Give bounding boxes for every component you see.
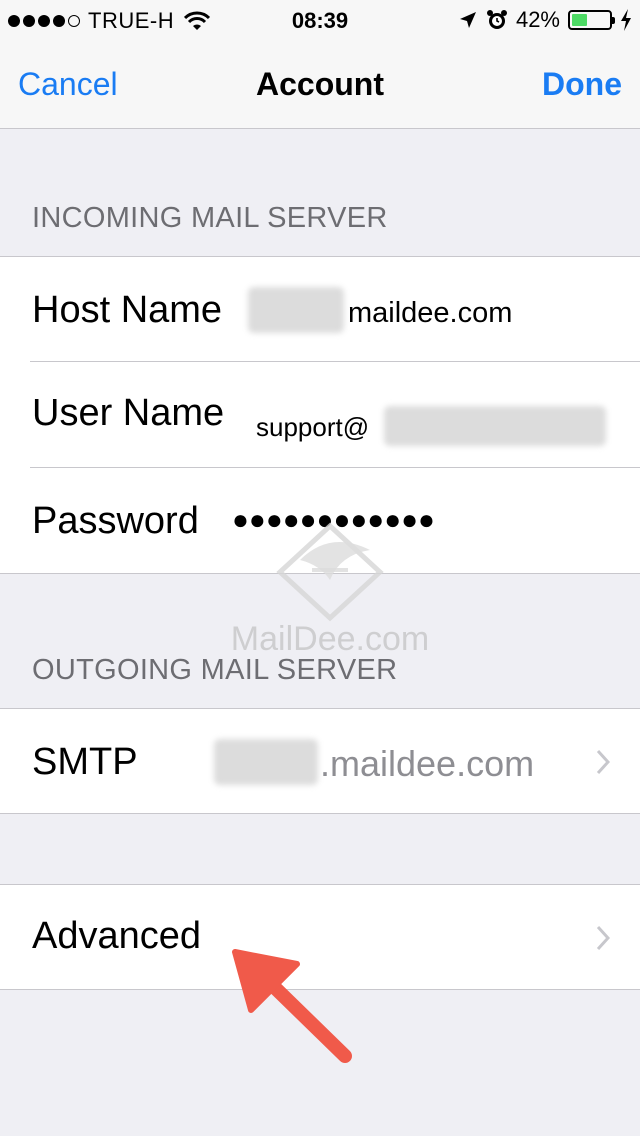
password-label: Password [32,500,199,542]
annotation-arrow-icon [232,949,352,1063]
password-row[interactable]: Password ●●●●●●●●●●●● [0,468,640,572]
smtp-row[interactable]: SMTP .maildee.com [0,709,640,813]
outgoing-section-header: OUTGOING MAIL SERVER [32,654,398,686]
user-name-value[interactable]: support@ [256,412,369,443]
done-button[interactable]: Done [542,66,622,103]
host-name-value[interactable]: maildee.com [348,297,512,330]
password-value[interactable]: ●●●●●●●●●●●● [232,504,435,536]
location-arrow-icon [459,12,476,28]
chevron-right-icon [596,925,610,951]
outgoing-server-group: SMTP .maildee.com [0,708,640,814]
smtp-value: .maildee.com [320,743,535,784]
charging-bolt-icon [621,9,631,31]
incoming-section-header: INCOMING MAIL SERVER [32,202,388,234]
battery-icon [568,10,615,30]
advanced-label: Advanced [32,915,202,957]
incoming-server-group: Host Name maildee.com User Name support@… [0,256,640,574]
user-name-label: User Name [32,392,225,434]
user-name-row[interactable]: User Name support@ [0,362,640,466]
status-bar-right: 42% [458,7,632,33]
user-name-redacted [384,406,606,446]
battery-percent: 42% [515,7,560,32]
status-bar: TRUE-H 08:39 42% [0,0,640,40]
host-name-label: Host Name [32,289,223,331]
smtp-redacted [214,739,318,785]
chevron-right-icon [596,749,610,775]
navigation-bar: Cancel Account Done [0,40,640,129]
alarm-icon [486,10,507,29]
host-name-row[interactable]: Host Name maildee.com [0,257,640,361]
host-name-redacted [248,287,344,333]
smtp-label: SMTP [32,741,138,783]
